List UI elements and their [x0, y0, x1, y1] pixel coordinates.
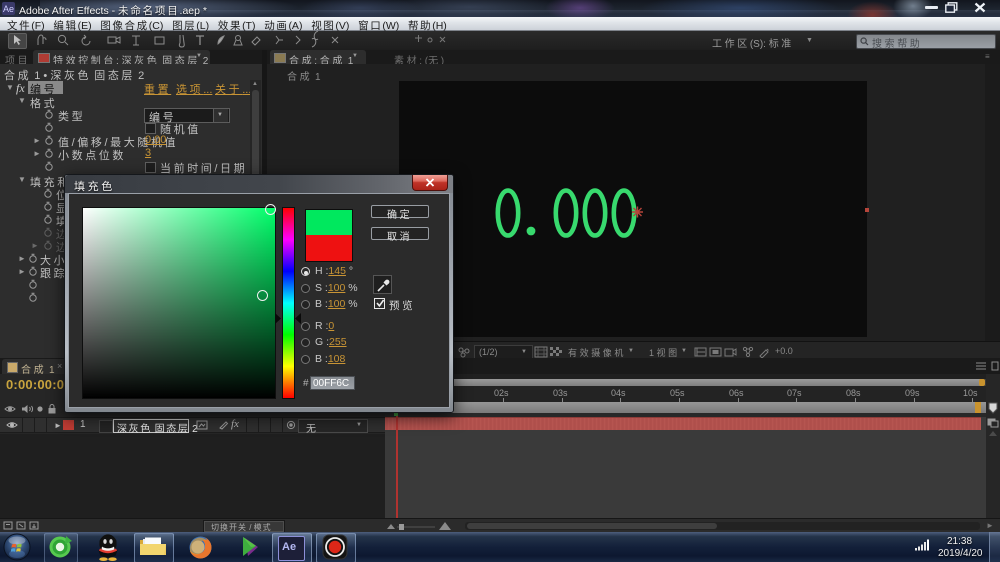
svg-text:Ae: Ae	[3, 4, 14, 14]
